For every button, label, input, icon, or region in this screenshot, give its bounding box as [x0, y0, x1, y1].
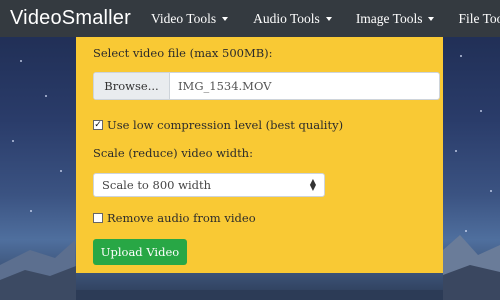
top-navbar: VideoSmaller Video Tools Audio Tools Ima… [0, 0, 500, 37]
low-compression-label: Use low compression level (best quality) [107, 118, 344, 132]
nav-audio-tools[interactable]: Audio Tools [253, 11, 332, 27]
file-input-group[interactable]: Browse... IMG_1534.MOV [93, 72, 440, 100]
brand-logo[interactable]: VideoSmaller [10, 7, 131, 30]
nav-audio-tools-label: Audio Tools [253, 10, 320, 26]
caret-down-icon [428, 16, 435, 21]
upload-video-button[interactable]: Upload Video [93, 239, 187, 265]
caret-down-icon [325, 16, 332, 21]
nav-video-tools-label: Video Tools [150, 10, 217, 26]
nav-video-tools[interactable]: Video Tools [150, 10, 229, 27]
remove-audio-checkbox[interactable] [93, 213, 103, 223]
nav-file-tools[interactable]: File Tools [458, 11, 500, 27]
selected-file-name[interactable]: IMG_1534.MOV [170, 73, 439, 99]
scale-width-label: Scale (reduce) video width: [93, 146, 253, 160]
select-arrows-icon: ▲ ▼ [309, 177, 316, 192]
remove-audio-option[interactable]: Remove audio from video [93, 211, 256, 225]
scale-width-select[interactable]: Scale to 800 width ▲ ▼ [93, 173, 325, 197]
low-compression-option[interactable]: ✓ Use low compression level (best qualit… [93, 118, 343, 132]
remove-audio-label: Remove audio from video [107, 211, 256, 225]
file-select-label: Select video file (max 500MB): [93, 46, 273, 60]
low-compression-checkbox[interactable]: ✓ [93, 120, 103, 130]
nav-image-tools[interactable]: Image Tools [356, 11, 435, 27]
browse-button[interactable]: Browse... [94, 73, 170, 99]
scale-width-selected-value: Scale to 800 width [102, 178, 212, 192]
nav-file-tools-label: File Tools [458, 10, 500, 26]
nav-image-tools-label: Image Tools [355, 10, 423, 26]
upload-form-panel: Select video file (max 500MB): Browse...… [76, 37, 443, 273]
caret-down-icon [222, 16, 229, 21]
